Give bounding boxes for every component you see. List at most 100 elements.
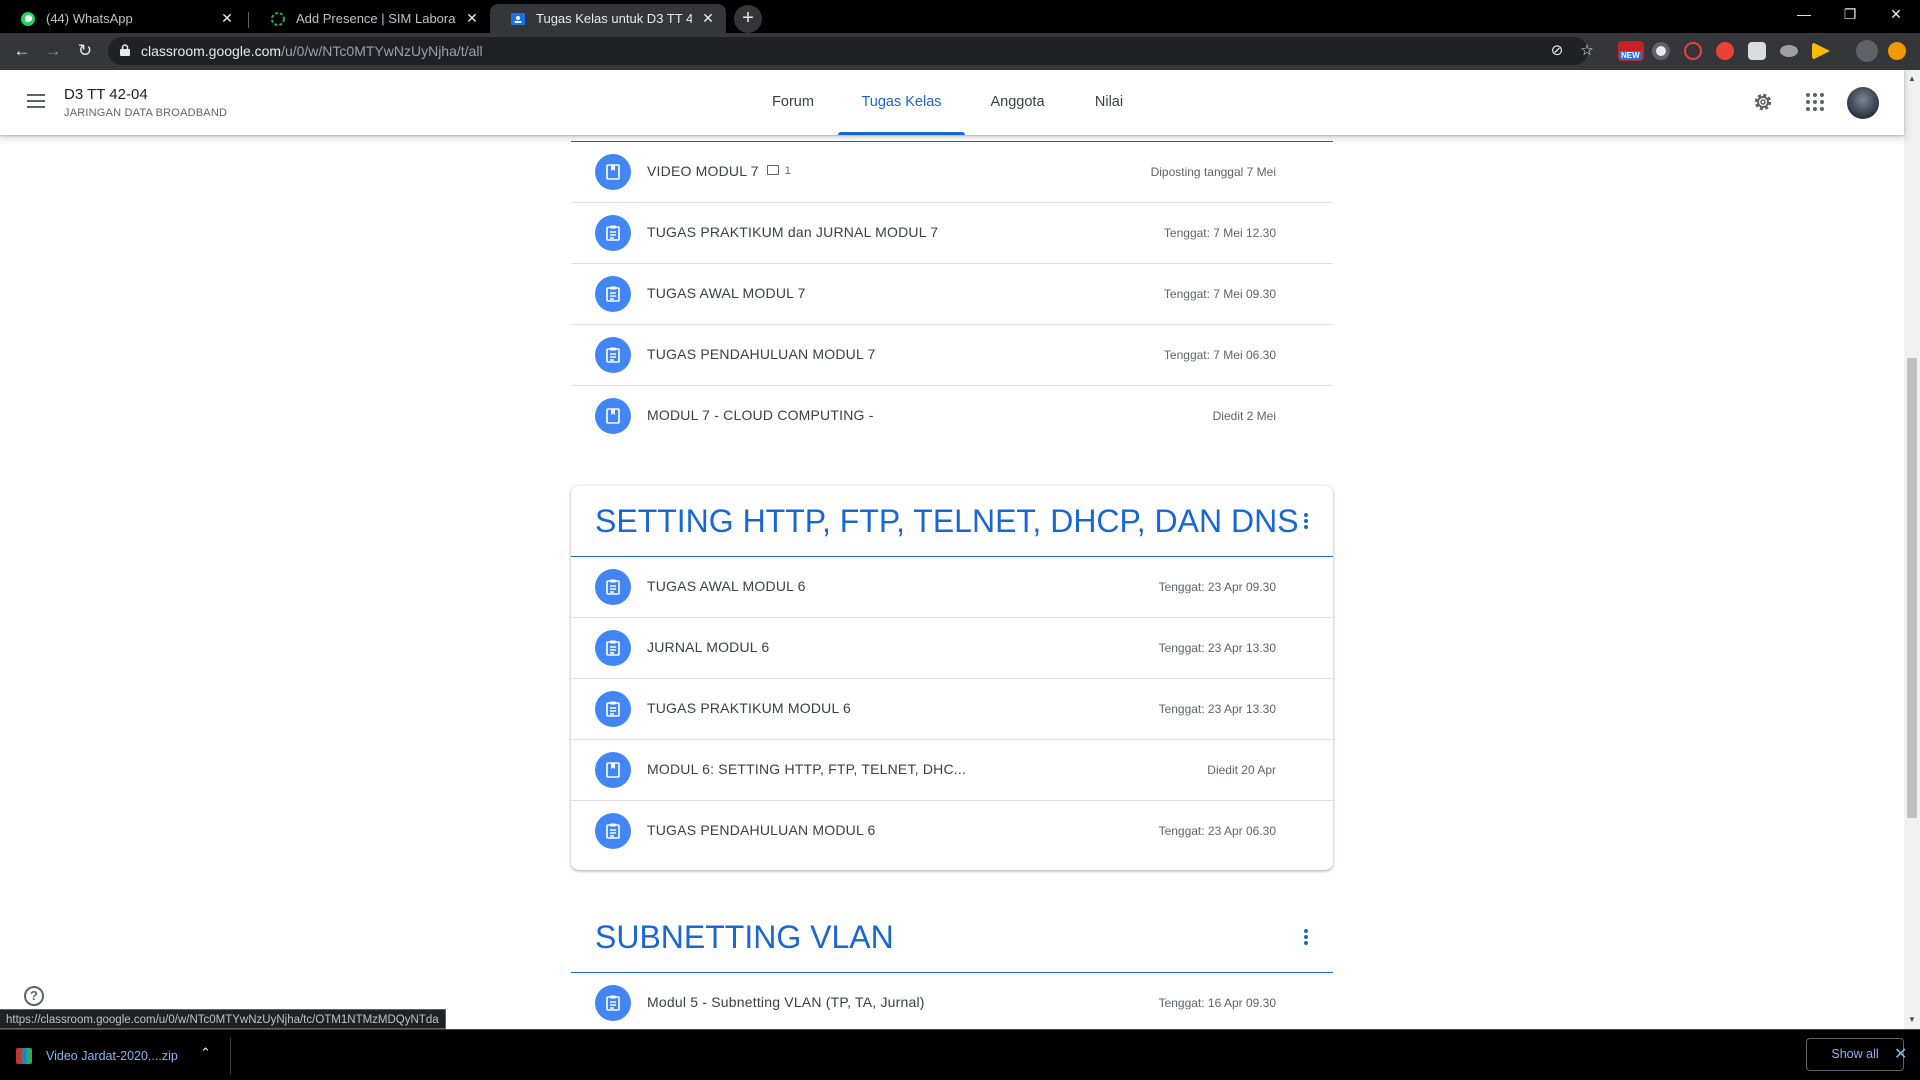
lock-icon: [120, 44, 130, 56]
assignment-icon: [595, 813, 631, 849]
item-title: JURNAL MODUL 6: [647, 639, 770, 655]
scrollbar-thumb[interactable]: [1907, 358, 1917, 818]
assignment-icon: [595, 569, 631, 605]
update-alert-icon[interactable]: [1888, 42, 1906, 60]
comment-count-value: 1: [784, 165, 792, 177]
item-title: TUGAS PENDAHULUAN MODUL 7: [647, 346, 876, 362]
bookmark-star-icon[interactable]: ☆: [1578, 42, 1596, 60]
item-meta: Tenggat: 7 Mei 12.30: [1163, 226, 1276, 240]
download-divider: [230, 1038, 231, 1074]
download-item[interactable]: Video Jardat-2020....zip: [16, 1044, 178, 1068]
whatsapp-icon: [21, 11, 35, 26]
tab-tugas-kelas[interactable]: Tugas Kelas: [838, 70, 965, 135]
close-icon[interactable]: ✕: [1894, 1044, 1907, 1064]
close-tab-icon[interactable]: ✕: [464, 10, 480, 27]
list-item[interactable]: VIDEO MODUL 7 1 Diposting tanggal 7 Mei: [571, 142, 1333, 203]
item-meta: Tenggat: 7 Mei 09.30: [1163, 287, 1276, 301]
tab-forum[interactable]: Forum: [762, 70, 824, 135]
tab-title: Add Presence | SIM Laboratorium: [296, 11, 456, 26]
chevron-up-icon[interactable]: ⌃: [200, 1045, 211, 1061]
download-filename: Video Jardat-2020....zip: [46, 1049, 178, 1063]
close-tab-icon[interactable]: ✕: [219, 10, 235, 27]
profile-avatar-icon[interactable]: [1856, 40, 1878, 62]
new-tab-button[interactable]: +: [734, 5, 762, 33]
minimize-icon[interactable]: —: [1781, 0, 1827, 30]
list-item[interactable]: MODUL 7 - CLOUD COMPUTING - Diedit 2 Mei: [571, 386, 1333, 447]
new-extension-icon[interactable]: NEW: [1618, 41, 1644, 61]
class-subtitle: JARINGAN DATA BROADBAND: [64, 107, 228, 119]
tab-anggota[interactable]: Anggota: [980, 70, 1055, 135]
assignment-icon: [595, 337, 631, 373]
list-item[interactable]: Modul 5 - Subnetting VLAN (TP, TA, Jurna…: [571, 973, 1333, 1029]
item-meta: Diedit 20 Apr: [1207, 763, 1276, 777]
reload-icon[interactable]: ↻: [73, 39, 97, 63]
restore-icon[interactable]: ❐: [1827, 0, 1873, 30]
list-item[interactable]: TUGAS PENDAHULUAN MODUL 7 Tenggat: 7 Mei…: [571, 325, 1333, 386]
list-item[interactable]: TUGAS PENDAHULUAN MODUL 6 Tenggat: 23 Ap…: [571, 801, 1333, 862]
topic-title[interactable]: SUBNETTING VLAN: [595, 919, 894, 956]
back-icon[interactable]: ←: [10, 39, 34, 63]
tab-whatsapp[interactable]: (44) WhatsApp ✕: [0, 4, 245, 33]
topic-header: SUBNETTING VLAN: [571, 902, 1333, 973]
extension-blocker-icon[interactable]: [1684, 42, 1702, 60]
cookie-blocked-icon[interactable]: ⊘: [1548, 42, 1566, 60]
more-options-icon[interactable]: [1303, 929, 1309, 947]
item-meta: Tenggat: 23 Apr 13.30: [1158, 702, 1276, 716]
forward-icon[interactable]: →: [41, 39, 65, 63]
sim-lab-icon: [271, 11, 285, 26]
scroll-up-icon[interactable]: ▲: [1908, 74, 1916, 83]
tab-classroom[interactable]: Tugas Kelas untuk D3 TT 42-04 Ja ✕: [490, 4, 726, 33]
tab-title: Tugas Kelas untuk D3 TT 42-04 Ja: [536, 11, 692, 26]
class-title[interactable]: D3 TT 42-04: [64, 86, 148, 103]
item-title: TUGAS PENDAHULUAN MODUL 6: [647, 822, 876, 838]
item-title: TUGAS PRAKTIKUM MODUL 6: [647, 700, 851, 716]
settings-gear-icon[interactable]: [1751, 90, 1775, 114]
close-tab-icon[interactable]: ✕: [700, 10, 716, 27]
url-text: classroom.google.com/u/0/w/NTc0MTYwNzUyN…: [141, 43, 483, 59]
classroom-header: D3 TT 42-04 JARINGAN DATA BROADBAND Foru…: [0, 70, 1904, 135]
close-window-icon[interactable]: ✕: [1873, 0, 1919, 30]
main-menu-icon[interactable]: [24, 90, 48, 114]
address-bar[interactable]: classroom.google.com/u/0/w/NTc0MTYwNzUyN…: [108, 37, 1594, 65]
cloud-extension-icon[interactable]: [1780, 45, 1798, 57]
topic-header: SETTING HTTP, FTP, TELNET, DHCP, DAN DNS: [571, 486, 1333, 557]
item-meta: Diposting tanggal 7 Mei: [1150, 165, 1276, 179]
item-title: TUGAS AWAL MODUL 7: [647, 285, 806, 301]
help-icon[interactable]: ?: [24, 986, 44, 1006]
show-all-button[interactable]: Show all: [1806, 1038, 1904, 1071]
tab-nilai[interactable]: Nilai: [1086, 70, 1132, 135]
item-title: Modul 5 - Subnetting VLAN (TP, TA, Jurna…: [647, 994, 925, 1010]
flag-extension-icon[interactable]: [1812, 42, 1830, 60]
assignment-icon: [595, 276, 631, 312]
extension-circle-icon[interactable]: [1652, 42, 1670, 60]
list-item[interactable]: TUGAS PRAKTIKUM dan JURNAL MODUL 7 Tengg…: [571, 203, 1333, 264]
topic-title[interactable]: SETTING HTTP, FTP, TELNET, DHCP, DAN DNS: [595, 503, 1299, 540]
item-meta: Tenggat: 23 Apr 09.30: [1158, 580, 1276, 594]
item-meta: Tenggat: 7 Mei 06.30: [1163, 348, 1276, 362]
item-title: TUGAS PRAKTIKUM dan JURNAL MODUL 7: [647, 224, 939, 240]
winrar-archive-icon: [16, 1048, 32, 1064]
list-item[interactable]: TUGAS AWAL MODUL 7 Tenggat: 7 Mei 09.30: [571, 264, 1333, 325]
account-avatar[interactable]: [1847, 87, 1879, 119]
classwork-content: VIDEO MODUL 7 1 Diposting tanggal 7 Mei T…: [0, 135, 1904, 1029]
material-icon: [595, 752, 631, 788]
list-item[interactable]: TUGAS AWAL MODUL 6 Tenggat: 23 Apr 09.30: [571, 557, 1333, 618]
scroll-down-icon[interactable]: ▼: [1908, 1015, 1916, 1024]
apps-grid-icon[interactable]: [1803, 90, 1827, 114]
list-item[interactable]: MODUL 6: SETTING HTTP, FTP, TELNET, DHC.…: [571, 740, 1333, 801]
extension-cube-icon[interactable]: [1748, 42, 1766, 60]
adblock-icon[interactable]: [1716, 42, 1734, 60]
page-scrollbar[interactable]: ▲ ▼: [1904, 70, 1920, 1029]
more-options-icon[interactable]: [1303, 513, 1309, 531]
item-title: TUGAS AWAL MODUL 6: [647, 578, 806, 594]
item-title: MODUL 6: SETTING HTTP, FTP, TELNET, DHC.…: [647, 761, 967, 777]
list-item[interactable]: TUGAS PRAKTIKUM MODUL 6 Tenggat: 23 Apr …: [571, 679, 1333, 740]
material-icon: [595, 398, 631, 434]
assignment-icon: [595, 630, 631, 666]
tab-sim-lab[interactable]: Add Presence | SIM Laboratorium ✕: [250, 4, 490, 33]
item-meta: Diedit 2 Mei: [1212, 409, 1276, 423]
item-meta: Tenggat: 23 Apr 13.30: [1158, 641, 1276, 655]
topic-subnetting-vlan: SUBNETTING VLAN Modul 5 - Subnetting VLA…: [571, 902, 1333, 1029]
list-item[interactable]: JURNAL MODUL 6 Tenggat: 23 Apr 13.30: [571, 618, 1333, 679]
browser-tab-strip: (44) WhatsApp ✕ Add Presence | SIM Labor…: [0, 0, 1920, 33]
